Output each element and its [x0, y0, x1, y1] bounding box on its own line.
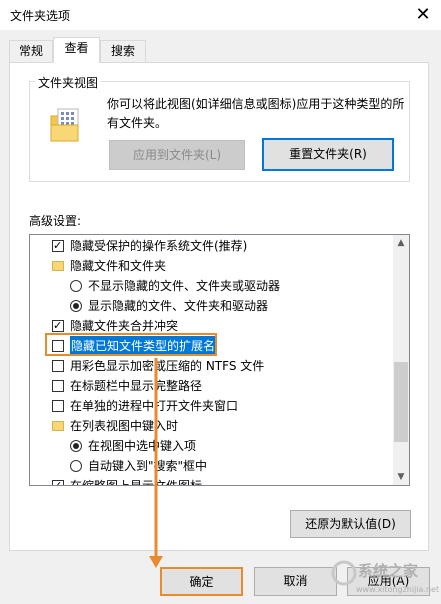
item-label: 自动键入到"搜索"框中	[88, 459, 208, 473]
folder-view-label: 文件夹视图	[35, 74, 102, 91]
radio-button[interactable]	[70, 300, 82, 312]
list-item[interactable]: 在缩略图上显示文件图标	[30, 476, 392, 486]
watermark-text: 系统之家	[358, 562, 419, 580]
item-label: 在列表视图中键入时	[70, 419, 179, 433]
advanced-settings-list: 隐藏受保护的操作系统文件(推荐) 隐藏文件和文件夹 不显示隐藏的文件、文件夹或驱…	[29, 234, 410, 486]
checkbox[interactable]	[52, 360, 64, 372]
restore-defaults-button[interactable]: 还原为默认值(D)	[290, 510, 411, 538]
item-label: 隐藏文件和文件夹	[70, 259, 167, 273]
checkbox[interactable]	[52, 380, 64, 392]
tab-general[interactable]: 常规	[9, 40, 53, 62]
item-label: 在标题栏中显示完整路径	[70, 379, 203, 393]
reset-folders-button[interactable]: 重置文件夹(R)	[262, 138, 394, 171]
radio-button[interactable]	[70, 280, 82, 292]
folder-icon	[52, 421, 64, 431]
scroll-up-icon[interactable]: ▲	[393, 235, 409, 251]
folder-icon	[52, 261, 64, 271]
window-title: 文件夹选项	[10, 9, 71, 23]
item-label: 在单独的进程中打开文件夹窗口	[70, 399, 239, 413]
item-label: 在缩略图上显示文件图标	[70, 479, 203, 486]
folder-view-description: 你可以将此视图(如详细信息或图标)应用于这种类型的所有文件夹。	[107, 97, 405, 130]
item-label: 显示隐藏的文件、文件夹和驱动器	[88, 299, 269, 313]
list-item[interactable]: 隐藏受保护的操作系统文件(推荐)	[30, 236, 392, 256]
checkbox[interactable]	[52, 476, 64, 485]
close-icon[interactable]: ✕	[410, 2, 436, 28]
list-item: 在列表视图中键入时	[30, 416, 392, 436]
list-item[interactable]: 自动键入到"搜索"框中	[30, 456, 392, 476]
advanced-settings-label: 高级设置:	[29, 214, 82, 228]
checkbox[interactable]	[52, 316, 64, 336]
item-label: 在视图中选中键入项	[88, 439, 197, 453]
cancel-button[interactable]: 取消	[254, 567, 337, 596]
radio-button[interactable]	[70, 440, 82, 452]
item-label: 不显示隐藏的文件、文件夹或驱动器	[88, 279, 281, 293]
apply-to-folders-button[interactable]: 应用到文件夹(L)	[109, 140, 245, 170]
item-label: 隐藏受保护的操作系统文件(推荐)	[70, 239, 248, 253]
highlight-box	[45, 333, 217, 356]
list-item[interactable]: 不显示隐藏的文件、文件夹或驱动器	[30, 276, 392, 296]
list-item[interactable]: 在标题栏中显示完整路径	[30, 376, 392, 396]
list-item[interactable]: 用彩色显示加密或压缩的 NTFS 文件	[30, 356, 392, 376]
list-item[interactable]: 显示隐藏的文件、文件夹和驱动器	[30, 296, 392, 316]
scrollbar-thumb[interactable]	[394, 362, 408, 442]
item-label: 用彩色显示加密或压缩的 NTFS 文件	[70, 359, 265, 373]
list-item[interactable]: 在视图中选中键入项	[30, 436, 392, 456]
checkbox[interactable]	[52, 400, 64, 412]
tab-search[interactable]: 搜索	[100, 40, 146, 62]
checkbox[interactable]	[52, 236, 64, 256]
scroll-down-icon[interactable]: ▼	[393, 469, 409, 485]
list-item[interactable]: 在单独的进程中打开文件夹窗口	[30, 396, 392, 416]
tab-view[interactable]: 查看	[53, 37, 100, 63]
watermark-url: www.xitongzhijia.net	[356, 585, 440, 594]
radio-button[interactable]	[70, 460, 82, 472]
scrollbar[interactable]	[393, 235, 409, 485]
list-item: 隐藏文件和文件夹	[30, 256, 392, 276]
ok-button[interactable]: 确定	[160, 567, 243, 596]
folder-view-icon	[50, 108, 79, 142]
